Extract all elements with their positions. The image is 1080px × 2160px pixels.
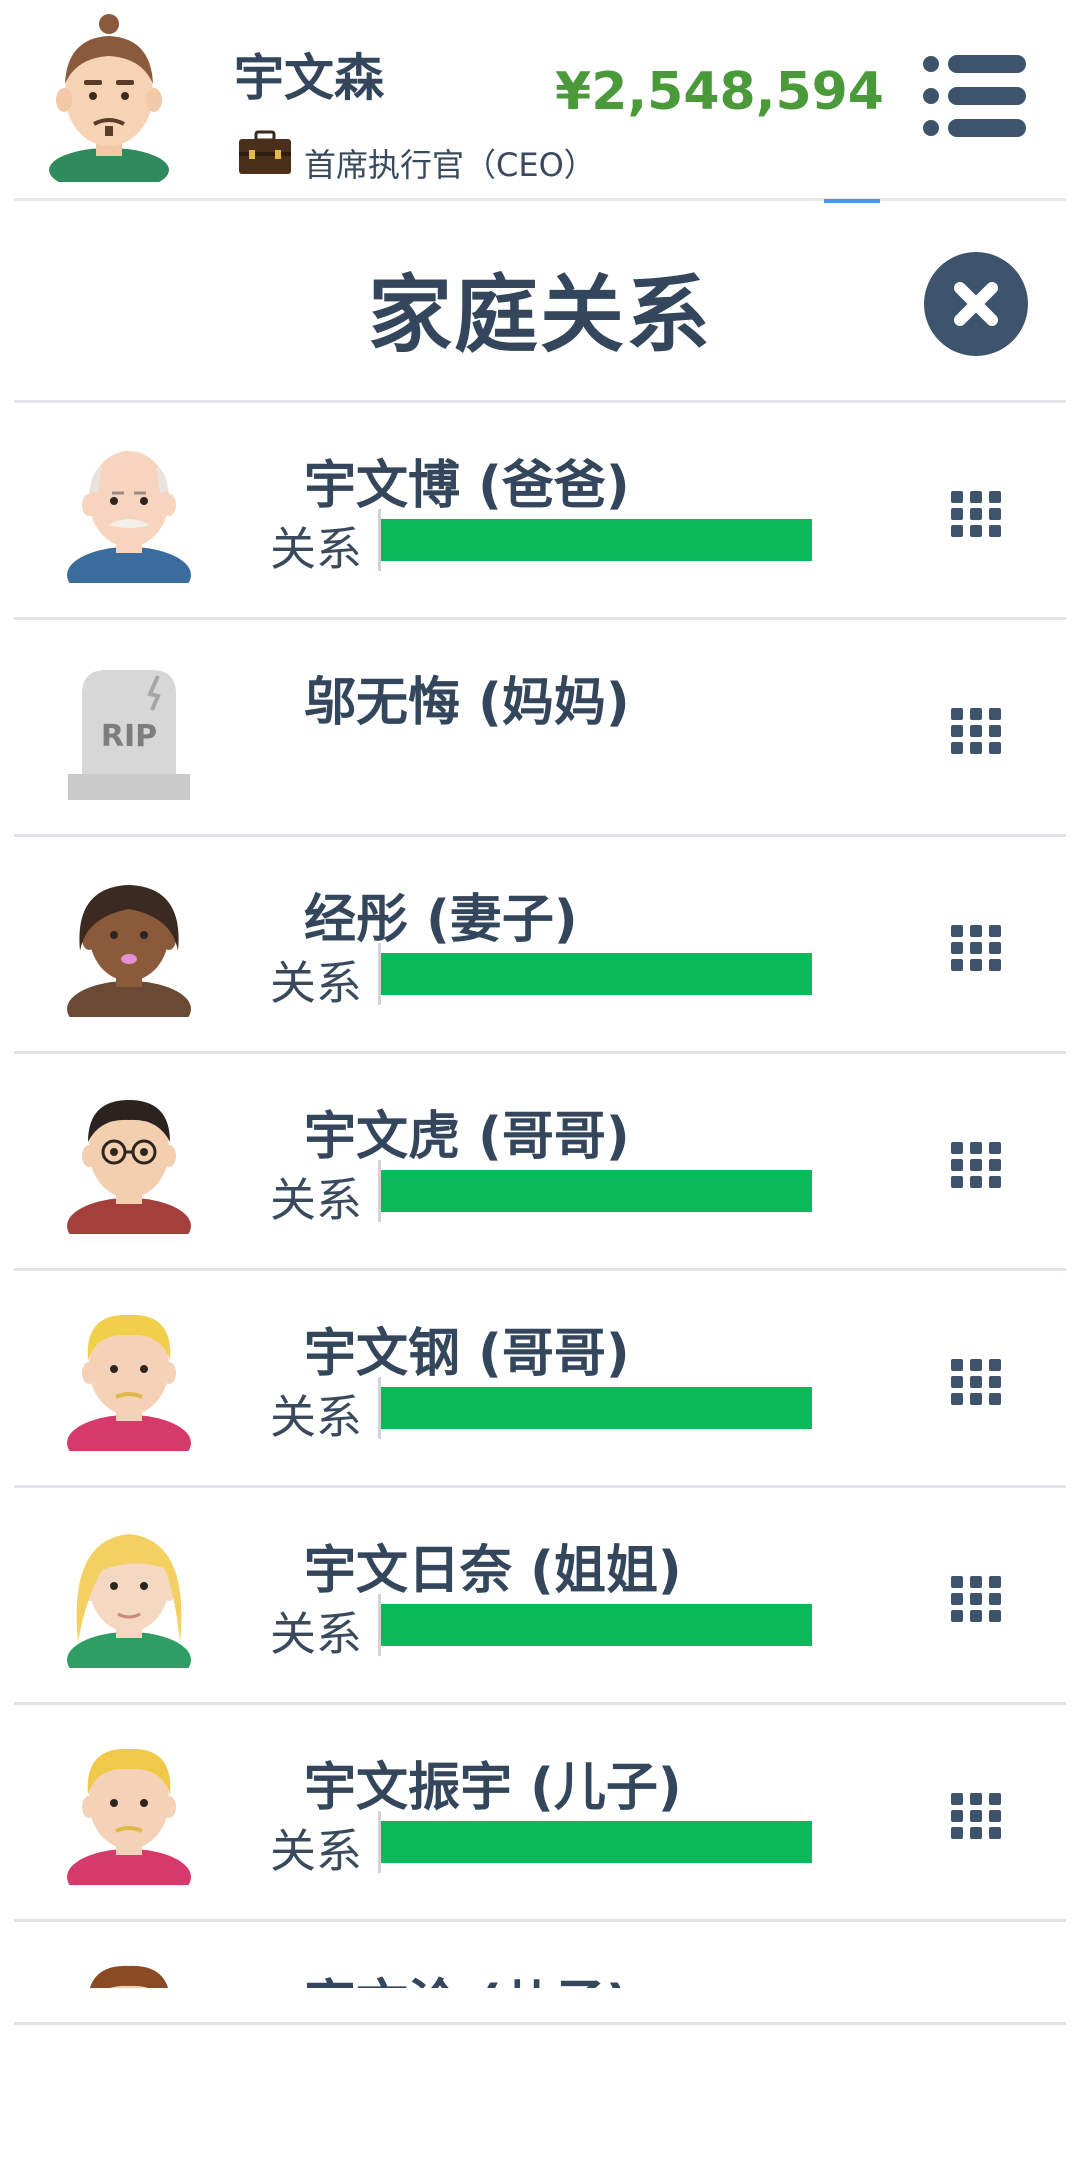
relationship-label: 关系 <box>270 522 362 576</box>
close-icon <box>954 282 998 326</box>
money-balance: ¥2,548,594 <box>555 62 884 122</box>
panel-title: 家庭关系 <box>367 266 712 364</box>
family-member-row-7[interactable]: 宇文振宇 (儿子) 关系 <box>14 1705 1066 1922</box>
relationship-bar <box>378 1377 812 1439</box>
blond-boy-avatar <box>54 1735 204 1905</box>
woman-avatar <box>54 867 204 1037</box>
list-menu-icon[interactable] <box>922 54 1028 138</box>
list-bottom-divider <box>14 2022 1066 2025</box>
brown-hair-boy-avatar <box>54 1952 204 1988</box>
player-avatar-icon[interactable] <box>44 12 174 192</box>
member-name: 宇文沧 (儿子) <box>304 1962 630 1988</box>
relationship-bar-fill <box>381 1821 812 1863</box>
relationship-label: 关系 <box>270 956 362 1010</box>
briefcase-icon <box>238 130 292 176</box>
header-divider <box>14 198 1066 201</box>
job-title: 首席执行官（CEO） <box>304 146 596 184</box>
member-name: 宇文虎 (哥哥) <box>304 1107 630 1167</box>
relationship-label: 关系 <box>270 1607 362 1661</box>
family-member-row-4[interactable]: 宇文虎 (哥哥) 关系 <box>14 1054 1066 1271</box>
header-accent-mark <box>824 199 880 203</box>
actions-grid-icon[interactable] <box>949 1572 1003 1626</box>
family-list[interactable]: 宇文博 (爸爸) 关系 RIP 邬无悔 (妈妈) 经彤 (妻子) 关系 宇文虎 … <box>14 403 1066 1988</box>
player-name: 宇文森 <box>234 49 384 107</box>
top-status-bar: 宇文森 首席执行官（CEO） ¥2,548,594 <box>0 0 1080 200</box>
man-glasses-avatar <box>54 1084 204 1254</box>
relationship-label: 关系 <box>270 1173 362 1227</box>
relationship-bar-fill <box>381 1387 812 1429</box>
member-name: 宇文振宇 (儿子) <box>304 1758 682 1818</box>
close-button[interactable] <box>924 252 1028 356</box>
family-member-row-5[interactable]: 宇文钢 (哥哥) 关系 <box>14 1271 1066 1488</box>
old-man-avatar <box>54 433 204 603</box>
relationship-label: 关系 <box>270 1824 362 1878</box>
relationship-bar <box>378 1160 812 1222</box>
relationship-bar-fill <box>381 953 812 995</box>
actions-grid-icon[interactable] <box>949 1138 1003 1192</box>
actions-grid-icon[interactable] <box>949 704 1003 758</box>
member-name: 宇文博 (爸爸) <box>304 456 630 516</box>
member-name: 宇文日奈 (姐姐) <box>304 1541 682 1601</box>
actions-grid-icon[interactable] <box>949 1789 1003 1843</box>
family-member-row-1[interactable]: 宇文博 (爸爸) 关系 <box>14 403 1066 620</box>
member-name: 经彤 (妻子) <box>304 890 578 950</box>
actions-grid-icon[interactable] <box>949 921 1003 975</box>
member-name: 宇文钢 (哥哥) <box>304 1324 630 1384</box>
actions-grid-icon[interactable] <box>949 487 1003 541</box>
family-member-row-8[interactable]: 宇文沧 (儿子) 关系 <box>14 1922 1066 1988</box>
relationship-bar-fill <box>381 519 812 561</box>
family-member-row-6[interactable]: 宇文日奈 (姐姐) 关系 <box>14 1488 1066 1705</box>
relationship-bar-fill <box>381 1170 812 1212</box>
blond-man-avatar <box>54 1301 204 1471</box>
family-member-row-3[interactable]: 经彤 (妻子) 关系 <box>14 837 1066 1054</box>
relationship-bar <box>378 509 812 571</box>
rip-tombstone: RIP <box>54 650 204 800</box>
relationship-bar <box>378 1811 812 1873</box>
relationship-bar <box>378 1594 812 1656</box>
relationship-bar-fill <box>381 1604 812 1646</box>
svg-text:RIP: RIP <box>101 719 157 754</box>
blond-woman-avatar <box>54 1518 204 1688</box>
relationship-label: 关系 <box>270 1390 362 1444</box>
family-member-row-2[interactable]: RIP 邬无悔 (妈妈) <box>14 620 1066 837</box>
member-name: 邬无悔 (妈妈) <box>304 673 630 733</box>
relationship-bar <box>378 943 812 1005</box>
actions-grid-icon[interactable] <box>949 1355 1003 1409</box>
